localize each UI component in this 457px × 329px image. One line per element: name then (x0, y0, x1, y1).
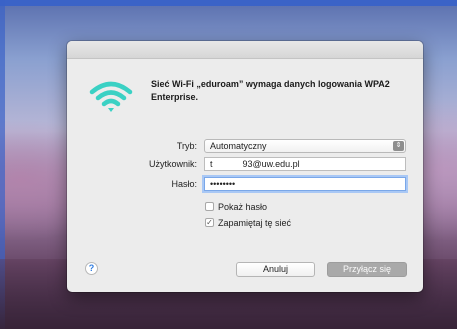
password-field[interactable]: •••••••• (204, 177, 406, 191)
password-label: Hasło: (171, 179, 197, 189)
remember-network-label[interactable]: Zapamiętaj tę sieć (218, 218, 291, 228)
mode-select[interactable]: Automatyczny ⇕ (204, 139, 406, 153)
wifi-icon (89, 81, 133, 112)
checkmark-icon: ✓ (206, 218, 213, 227)
help-button[interactable]: ? (85, 262, 98, 275)
username-label: Użytkownik: (148, 159, 197, 169)
connect-button[interactable]: Przyłącz się (327, 262, 407, 277)
dialog-heading: Sieć Wi-Fi „eduroam” wymaga danych logow… (151, 79, 390, 102)
show-password-label[interactable]: Pokaż hasło (218, 202, 267, 212)
show-password-checkbox[interactable] (205, 202, 214, 211)
desktop-edge-top (0, 0, 457, 6)
cancel-button[interactable]: Anuluj (236, 262, 315, 277)
remember-network-checkbox[interactable]: ✓ (205, 218, 214, 227)
mode-label: Tryb: (176, 141, 197, 151)
updown-arrows-icon: ⇕ (393, 141, 404, 151)
username-field[interactable]: t 93@uw.edu.pl (204, 157, 406, 171)
wifi-login-dialog: Sieć Wi-Fi „eduroam” wymaga danych logow… (67, 41, 423, 292)
mode-select-value: Automatyczny (210, 141, 267, 151)
dialog-titlebar (67, 41, 423, 59)
